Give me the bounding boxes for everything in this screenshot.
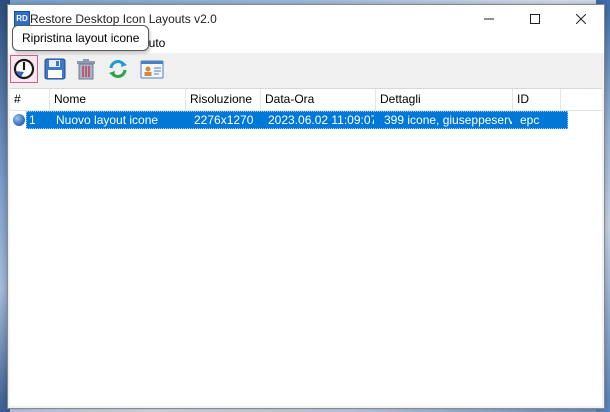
column-header-resolution[interactable]: Risoluzione	[186, 89, 261, 110]
restore-icon	[13, 58, 35, 80]
row-resolution: 2276x1270	[194, 113, 254, 127]
layouts-list[interactable]: # Nome Risoluzione Data-Ora Dettagli ID …	[10, 88, 602, 406]
toolbar	[8, 53, 604, 87]
minimize-icon	[484, 18, 494, 20]
save-layout-button[interactable]	[41, 55, 69, 83]
list-header: # Nome Risoluzione Data-Ora Dettagli ID	[10, 89, 602, 111]
window-title: Restore Desktop Icon Layouts v2.0	[30, 12, 217, 26]
minimize-button[interactable]	[466, 5, 512, 33]
maximize-icon	[530, 14, 540, 24]
column-header-details[interactable]: Dettagli	[376, 89, 513, 110]
maximize-button[interactable]	[512, 5, 558, 33]
refresh-button[interactable]	[104, 55, 132, 83]
info-button[interactable]	[138, 55, 166, 83]
close-icon	[576, 14, 586, 24]
column-header-name[interactable]: Nome	[50, 89, 186, 110]
column-header-datetime[interactable]: Data-Ora	[261, 89, 376, 110]
column-header-number[interactable]: #	[10, 89, 50, 110]
table-row[interactable]: 1 Nuovo layout icone 2276x1270 2023.06.0…	[10, 111, 570, 129]
row-details: 399 icone, giuseppeservi...	[384, 113, 512, 127]
id-card-icon	[140, 60, 164, 79]
tooltip: Ripristina layout icone	[12, 25, 150, 51]
close-button[interactable]	[558, 5, 604, 33]
restore-layout-button[interactable]	[10, 55, 38, 83]
refresh-icon	[109, 60, 127, 78]
trash-icon	[77, 59, 95, 80]
floppy-disk-icon	[44, 58, 66, 80]
layout-icon	[13, 114, 25, 126]
row-id: epc	[520, 113, 540, 127]
delete-layout-button[interactable]	[72, 55, 100, 83]
row-number: 1	[29, 113, 36, 127]
row-datetime: 2023.06.02 11:09:07	[268, 113, 374, 127]
column-header-id[interactable]: ID	[513, 89, 561, 110]
row-name: Nuovo layout icone	[56, 113, 159, 127]
app-window: RD Restore Desktop Icon Layouts v2.0 Aiu…	[7, 4, 605, 409]
